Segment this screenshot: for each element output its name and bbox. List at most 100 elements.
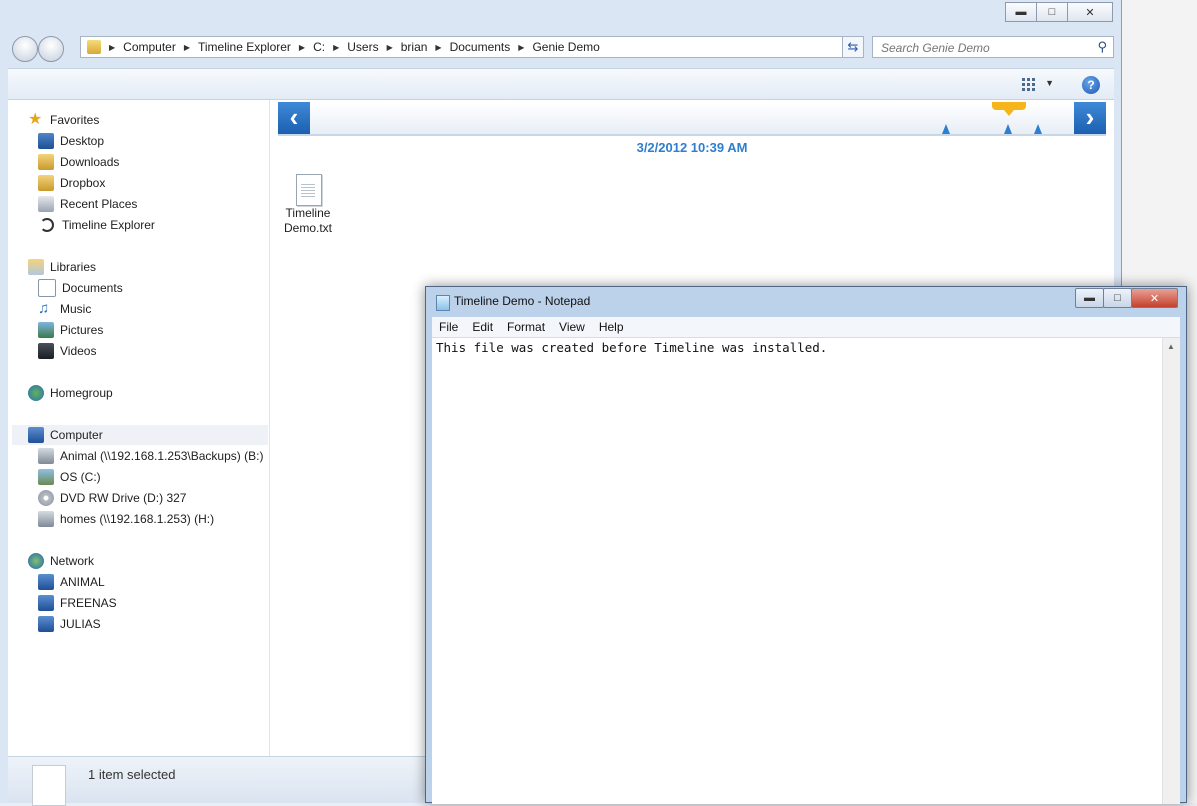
- chevron-right-icon[interactable]: ▶: [184, 43, 190, 52]
- nav-item-label: DVD RW Drive (D:) 327: [60, 491, 187, 505]
- timeline-event-mark: [1034, 124, 1042, 134]
- address-bar[interactable]: ▶ Computer ▶ Timeline Explorer ▶ C: ▶ Us…: [80, 36, 864, 58]
- text-file-icon[interactable]: [296, 174, 322, 206]
- search-input[interactable]: [879, 38, 1093, 58]
- breadcrumb-item[interactable]: Genie Demo: [532, 40, 599, 54]
- window-controls: ▬ □ ✕: [1005, 2, 1113, 22]
- maximize-button[interactable]: □: [1036, 2, 1068, 22]
- status-text: 1 item selected: [88, 767, 176, 782]
- timeline-marker[interactable]: [992, 102, 1026, 110]
- menu-view[interactable]: View: [559, 320, 585, 334]
- chevron-right-icon[interactable]: ▶: [435, 43, 441, 52]
- file-item-label[interactable]: Timeline Demo.txt: [276, 206, 340, 236]
- menu-edit[interactable]: Edit: [472, 320, 493, 334]
- chevron-right-icon[interactable]: ▶: [387, 43, 393, 52]
- forward-button[interactable]: [38, 36, 64, 62]
- nav-item-dropbox[interactable]: Dropbox: [38, 173, 105, 193]
- editor-content[interactable]: This file was created before Timeline wa…: [436, 340, 827, 355]
- nav-item-label: Dropbox: [60, 176, 106, 190]
- nav-item-label: Desktop: [60, 134, 105, 148]
- chevron-up-icon[interactable]: ▲: [1167, 342, 1175, 351]
- minimize-button[interactable]: ▬: [1005, 2, 1037, 22]
- maximize-button[interactable]: □: [1103, 288, 1132, 308]
- breadcrumb-item[interactable]: C:: [313, 40, 325, 54]
- nav-item-label: homes (\\192.168.1.253) (H:): [60, 512, 215, 526]
- timeline-event-mark: [1004, 124, 1012, 134]
- libraries-icon: [28, 259, 44, 275]
- menu-help[interactable]: Help: [599, 320, 624, 334]
- nav-item-drive-b[interactable]: Animal (\\192.168.1.253\Backups) (B:): [38, 446, 263, 466]
- nav-item-label: Music: [60, 302, 92, 316]
- computer-header[interactable]: Computer: [28, 425, 103, 445]
- nav-item-label: Pictures: [60, 323, 104, 337]
- notepad-window: Timeline Demo - Notepad ▬ □ ✕ File Edit …: [425, 286, 1187, 804]
- network-label: Network: [50, 554, 95, 568]
- back-button[interactable]: [12, 36, 38, 62]
- window-controls: ▬ □ ✕: [1075, 288, 1178, 308]
- timeline-prev-button[interactable]: ‹: [278, 102, 310, 134]
- nav-item-label: Animal (\\192.168.1.253\Backups) (B:): [60, 449, 264, 463]
- help-icon[interactable]: ?: [1082, 76, 1100, 94]
- notepad-icon: [436, 295, 450, 311]
- menu-file[interactable]: File: [439, 320, 458, 334]
- recent-places-icon: [38, 196, 54, 212]
- libraries-header[interactable]: Libraries: [28, 257, 96, 277]
- breadcrumb-item[interactable]: Computer: [123, 40, 176, 54]
- nav-item-videos[interactable]: Videos: [38, 341, 96, 361]
- breadcrumb-item[interactable]: Timeline Explorer: [198, 40, 291, 54]
- chevron-right-icon[interactable]: ▶: [518, 43, 524, 52]
- nav-item-label: OS (C:): [60, 470, 101, 484]
- documents-icon: [38, 279, 56, 297]
- nav-item-freenas[interactable]: FREENAS: [38, 593, 117, 613]
- nav-item-label: Documents: [62, 281, 123, 295]
- breadcrumb-item[interactable]: brian: [401, 40, 428, 54]
- computer-icon: [38, 616, 54, 632]
- local-drive-icon: [38, 469, 54, 485]
- vertical-scrollbar[interactable]: ▲: [1162, 338, 1180, 804]
- timeline-event-mark: [942, 124, 950, 134]
- menu-bar: File Edit Format View Help: [432, 317, 1180, 338]
- nav-item-label: FREENAS: [60, 596, 117, 610]
- breadcrumb-item[interactable]: Documents: [450, 40, 511, 54]
- nav-item-pictures[interactable]: Pictures: [38, 320, 103, 340]
- pictures-icon: [38, 322, 54, 338]
- folder-icon: [38, 175, 54, 191]
- chevron-down-icon[interactable]: ▼: [1045, 78, 1054, 88]
- close-button[interactable]: ✕: [1067, 2, 1113, 22]
- search-box: ⚲: [872, 36, 1114, 58]
- text-editor[interactable]: This file was created before Timeline wa…: [432, 338, 1180, 804]
- window-title: Timeline Demo - Notepad: [454, 294, 591, 308]
- nav-item-downloads[interactable]: Downloads: [38, 152, 119, 172]
- file-thumbnail-icon: [32, 765, 66, 806]
- nav-item-recent-places[interactable]: Recent Places: [38, 194, 137, 214]
- refresh-button[interactable]: ⇆: [842, 36, 864, 58]
- navigation-bar: ▶ Computer ▶ Timeline Explorer ▶ C: ▶ Us…: [8, 32, 1114, 62]
- nav-item-documents[interactable]: Documents: [38, 278, 123, 298]
- nav-item-drive-h[interactable]: homes (\\192.168.1.253) (H:): [38, 509, 214, 529]
- nav-item-julias[interactable]: JULIAS: [38, 614, 101, 634]
- network-header[interactable]: Network: [28, 551, 94, 571]
- breadcrumb-item[interactable]: Users: [347, 40, 378, 54]
- favorites-header[interactable]: ★ Favorites: [28, 110, 99, 130]
- nav-item-label: JULIAS: [60, 617, 101, 631]
- videos-icon: [38, 343, 54, 359]
- menu-format[interactable]: Format: [507, 320, 545, 334]
- nav-item-music[interactable]: ♫ Music: [38, 299, 91, 319]
- nav-item-drive-c[interactable]: OS (C:): [38, 467, 101, 487]
- chevron-right-icon[interactable]: ▶: [299, 43, 305, 52]
- search-icon[interactable]: ⚲: [1097, 39, 1107, 55]
- homegroup-header[interactable]: Homegroup: [28, 383, 113, 403]
- nav-item-drive-d[interactable]: DVD RW Drive (D:) 327: [38, 488, 186, 508]
- nav-item-timeline-explorer[interactable]: Timeline Explorer: [38, 215, 155, 235]
- timeline-bar[interactable]: ‹ ›: [278, 102, 1106, 136]
- command-bar: ▼ ?: [8, 68, 1114, 100]
- close-button[interactable]: ✕: [1131, 288, 1178, 308]
- nav-item-desktop[interactable]: Desktop: [38, 131, 104, 151]
- nav-item-animal[interactable]: ANIMAL: [38, 572, 105, 592]
- timeline-next-button[interactable]: ›: [1074, 102, 1106, 134]
- timeline-icon: [40, 218, 54, 232]
- timeline-date: 3/2/2012 10:39 AM: [636, 140, 748, 155]
- change-view-icon[interactable]: [1022, 77, 1036, 91]
- chevron-right-icon[interactable]: ▶: [333, 43, 339, 52]
- minimize-button[interactable]: ▬: [1075, 288, 1104, 308]
